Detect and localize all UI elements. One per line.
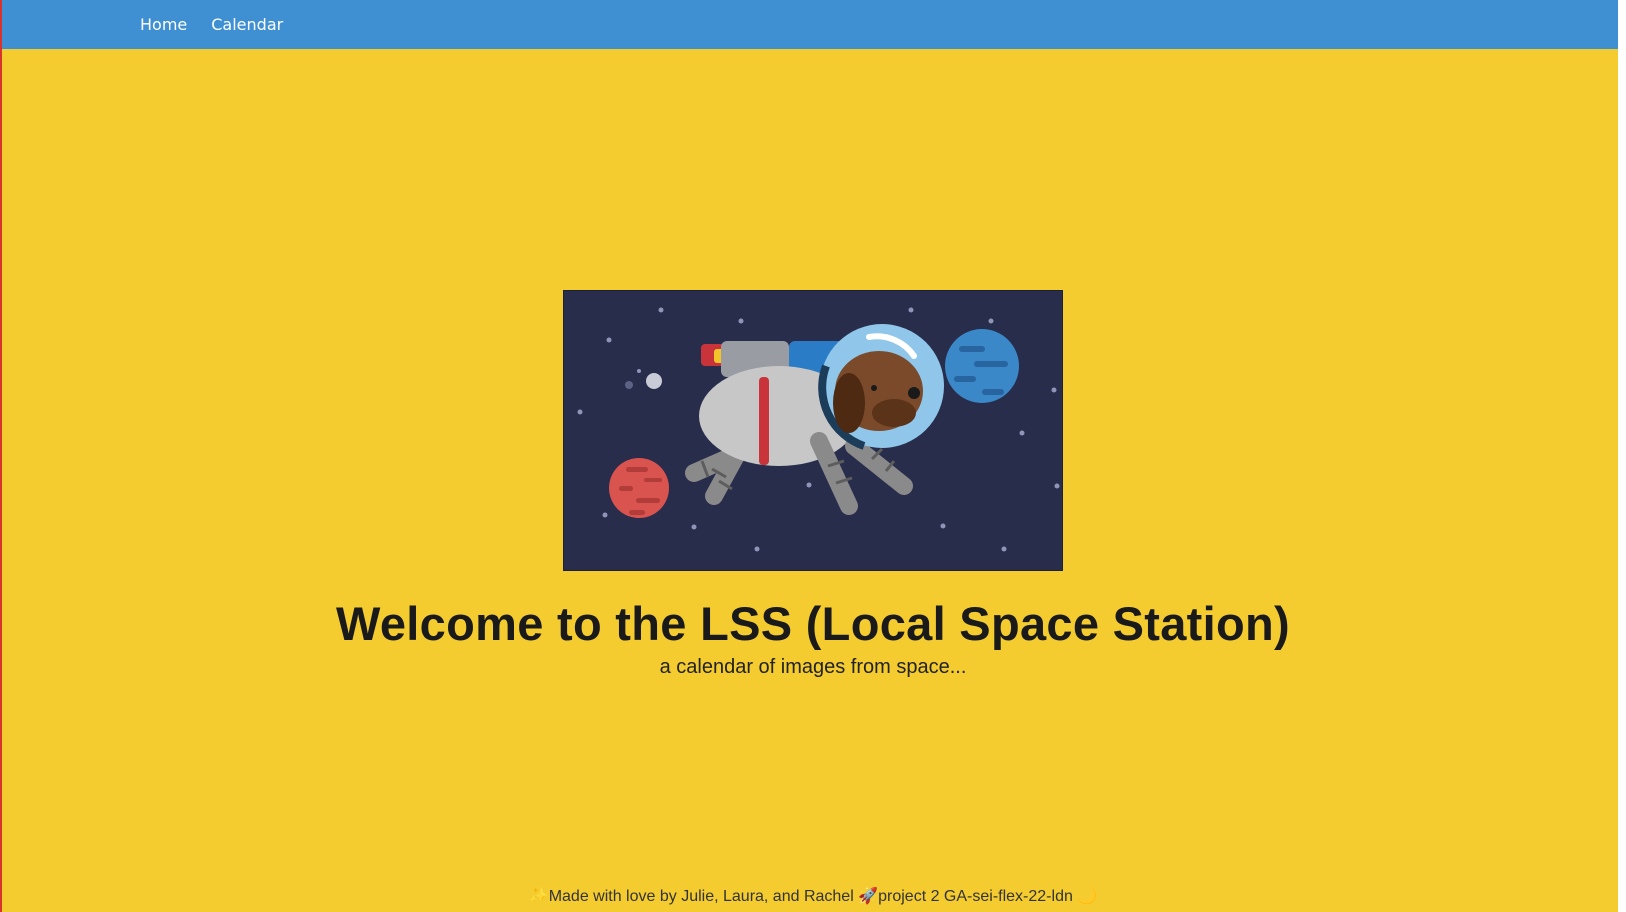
astronaut-dog-illustration [563,290,1063,571]
page-subtitle: a calendar of images from space... [659,656,967,678]
footer: ✨Made with love by Julie, Laura, and Rac… [0,886,1626,906]
page-title: Welcome to the LSS (Local Space Station) [336,597,1290,650]
hero-section: Welcome to the LSS (Local Space Station)… [0,0,1618,912]
right-edge-strip [1618,0,1626,912]
footer-text: ✨Made with love by Julie, Laura, and Rac… [528,888,1098,905]
